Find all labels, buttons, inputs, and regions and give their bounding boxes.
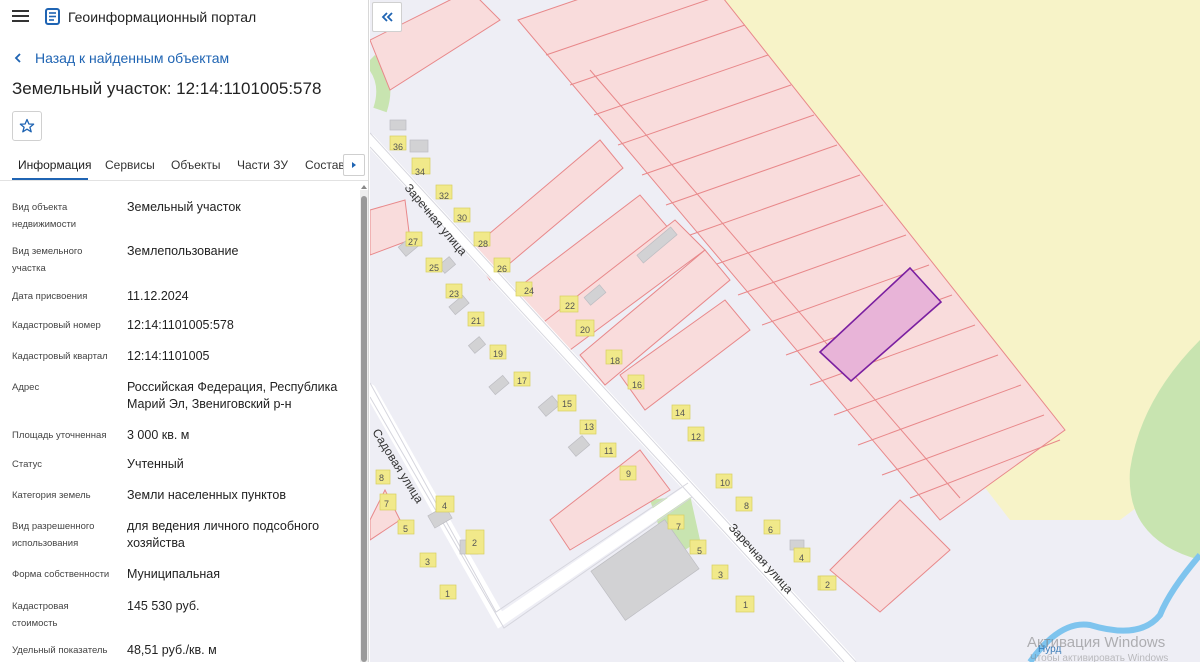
house-number: 16 bbox=[632, 380, 642, 390]
favorite-button[interactable] bbox=[12, 111, 42, 141]
tab-bar: Информация Сервисы Объекты Части ЗУ Сост… bbox=[0, 150, 368, 181]
tab-information[interactable]: Информация bbox=[18, 158, 91, 172]
property-value: 48,51 руб./кв. м bbox=[127, 643, 217, 657]
property-label: Вид объекта недвижимости bbox=[12, 202, 77, 230]
house-number: 32 bbox=[439, 191, 449, 201]
house-number: 2 bbox=[825, 580, 830, 590]
house-number: 7 bbox=[384, 499, 389, 509]
house-number: 5 bbox=[403, 524, 408, 534]
house-number: 2 bbox=[472, 538, 477, 548]
property-label: Адрес bbox=[12, 382, 40, 393]
property-label: Дата присвоения bbox=[12, 291, 88, 302]
house-number: 1 bbox=[445, 589, 450, 599]
back-to-results-link[interactable]: Назад к найденным объектам bbox=[12, 49, 229, 67]
tab-land-parts[interactable]: Части ЗУ bbox=[237, 158, 288, 172]
hamburger-icon[interactable] bbox=[12, 10, 29, 23]
property-value: Землепользование bbox=[127, 244, 239, 258]
house-number: 27 bbox=[408, 237, 418, 247]
street-label: Заречная улица bbox=[726, 521, 796, 597]
chevron-left-icon bbox=[14, 53, 21, 63]
property-label: Категория земель bbox=[12, 490, 91, 501]
tab-composition[interactable]: Состав bbox=[305, 158, 345, 172]
house-number: 23 bbox=[449, 289, 459, 299]
tab-objects[interactable]: Объекты bbox=[171, 158, 221, 172]
house-number: 20 bbox=[580, 325, 590, 335]
property-label: Вид земельного участка bbox=[12, 246, 83, 274]
tab-services[interactable]: Сервисы bbox=[105, 158, 155, 172]
house-number: 9 bbox=[626, 469, 631, 479]
back-label: Назад к найденным объектам bbox=[35, 50, 230, 66]
house-number: 36 bbox=[393, 142, 403, 152]
house-number: 8 bbox=[379, 473, 384, 483]
property-value: Земельный участок bbox=[127, 200, 241, 214]
property-value: 12:14:1101005 bbox=[127, 349, 210, 363]
property-label: Кадастровая стоимость bbox=[12, 601, 69, 629]
map-canvas[interactable]: 36 34 32 30 38 28 27 26 25 24 23 22 21 2… bbox=[370, 0, 1200, 662]
property-value: Земли населенных пунктов bbox=[127, 488, 286, 502]
property-value: Муниципальная bbox=[127, 567, 220, 581]
house-number: 17 bbox=[517, 376, 527, 386]
house-number: 4 bbox=[442, 501, 447, 511]
property-value: для ведения личного подсобного хозяйства bbox=[127, 519, 320, 550]
house-number: 11 bbox=[604, 446, 613, 456]
property-label: Кадастровый квартал bbox=[12, 351, 108, 362]
star-icon bbox=[19, 118, 35, 133]
property-value: 145 530 руб. bbox=[127, 599, 200, 613]
portal-logo-icon bbox=[45, 8, 60, 25]
chevron-right-icon bbox=[352, 162, 356, 168]
house-number: 5 bbox=[697, 546, 702, 556]
double-chevron-left-icon bbox=[381, 12, 393, 22]
house-number: 3 bbox=[425, 557, 430, 567]
map-view[interactable]: 36 34 32 30 38 28 27 26 25 24 23 22 21 2… bbox=[370, 0, 1200, 662]
house-number: 24 bbox=[524, 286, 534, 296]
active-tab-indicator bbox=[12, 178, 88, 180]
house-number: 1 bbox=[743, 600, 748, 610]
house-number: 21 bbox=[471, 316, 481, 326]
collapse-panel-button[interactable] bbox=[372, 2, 402, 32]
house-number: 3 bbox=[718, 570, 723, 580]
property-label: Вид разрешенного использования bbox=[12, 521, 95, 549]
panel-scrollbar-thumb[interactable] bbox=[361, 196, 367, 662]
tabs-scroll-right-button[interactable] bbox=[343, 154, 365, 176]
house-number: 22 bbox=[565, 301, 575, 311]
house-number: 7 bbox=[676, 522, 681, 532]
property-label: Кадастровый номер bbox=[12, 320, 101, 331]
property-value: 11.12.2024 bbox=[127, 289, 189, 303]
house-number: 25 bbox=[429, 263, 439, 273]
app-root: Геоинформационный портал Назад к найденн… bbox=[0, 0, 1200, 662]
object-title: Земельный участок: 12:14:1101005:578 bbox=[12, 79, 322, 98]
property-value: Российская Федерация, Республика Марий Э… bbox=[127, 380, 338, 411]
house-number: 8 bbox=[744, 501, 749, 511]
house-number: 6 bbox=[768, 525, 773, 535]
house-number: 4 bbox=[799, 553, 804, 563]
house-number: 34 bbox=[415, 167, 425, 177]
house-number: 26 bbox=[497, 264, 507, 274]
windows-activation-subtext: Чтобы активировать Windows bbox=[1030, 653, 1169, 662]
house-number: 12 bbox=[691, 432, 701, 442]
house-number: 10 bbox=[720, 478, 730, 488]
scroll-up-arrow-icon[interactable] bbox=[360, 183, 368, 191]
property-value: 12:14:1101005:578 bbox=[127, 318, 234, 332]
house-number: 28 bbox=[478, 239, 488, 249]
property-label: Удельный показатель bbox=[12, 645, 108, 656]
house-number: 15 bbox=[562, 399, 572, 409]
top-bar: Геоинформационный портал bbox=[0, 0, 368, 34]
house-number: 19 bbox=[493, 349, 503, 359]
property-value: 3 000 кв. м bbox=[127, 428, 190, 442]
info-panel: Геоинформационный портал Назад к найденн… bbox=[0, 0, 369, 662]
app-title: Геоинформационный портал bbox=[68, 9, 257, 25]
windows-activation-watermark: Активация Windows bbox=[1027, 634, 1166, 651]
house-number: 13 bbox=[584, 422, 594, 432]
property-value: Учтенный bbox=[127, 457, 184, 471]
property-label: Статус bbox=[12, 459, 43, 470]
property-label: Площадь уточненная bbox=[12, 430, 107, 441]
house-number: 14 bbox=[675, 408, 685, 418]
property-label: Форма собственности bbox=[12, 569, 110, 580]
house-number: 18 bbox=[610, 356, 620, 366]
